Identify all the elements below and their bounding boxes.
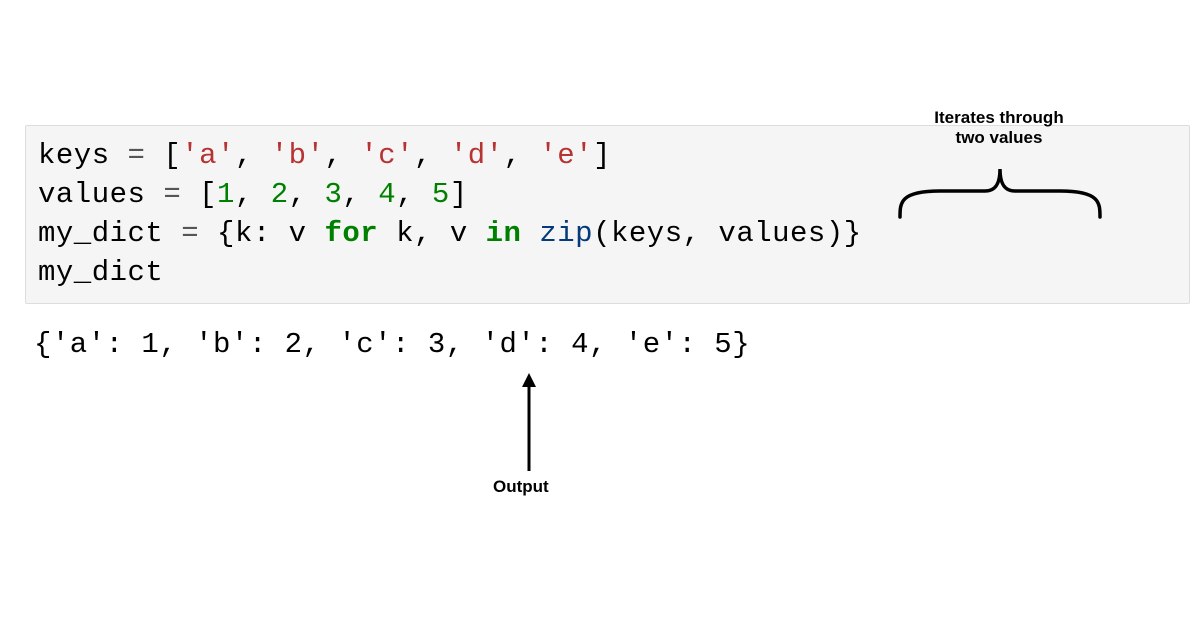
variable-keys: keys [38, 139, 110, 172]
keyword-in: in [486, 217, 522, 250]
function-zip: zip [539, 217, 593, 250]
annotation-iterates: Iterates through two values [900, 108, 1098, 149]
arrow-up-icon [522, 373, 536, 473]
variable-values: values [38, 178, 145, 211]
output-text: {'a': 1, 'b': 2, 'c': 3, 'd': 4, 'e': 5} [34, 328, 750, 361]
brace-icon [890, 155, 1110, 225]
annotation-output: Output [493, 477, 549, 497]
code-line-4: my_dict [38, 253, 1177, 292]
variable-mydict: my_dict [38, 217, 163, 250]
keyword-for: for [324, 217, 378, 250]
